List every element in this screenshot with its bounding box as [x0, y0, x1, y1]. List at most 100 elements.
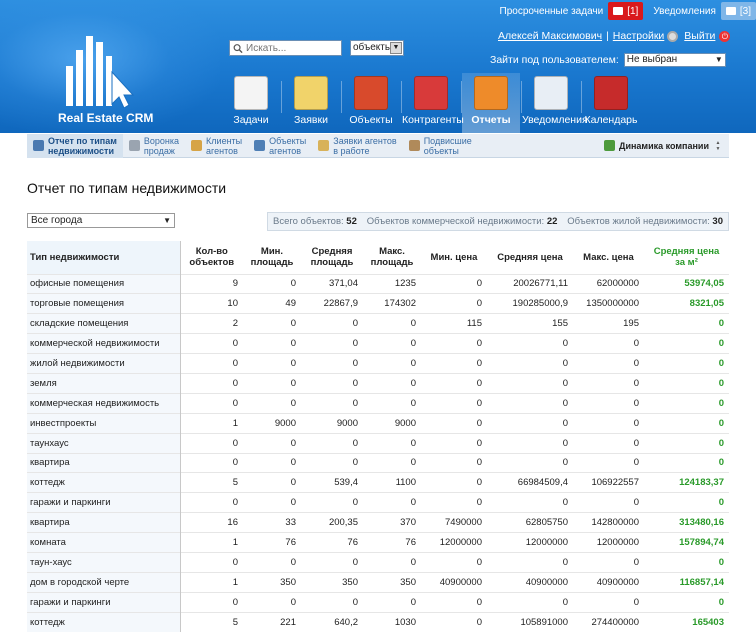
column-header[interactable]: Мин. цена	[421, 241, 487, 274]
table-cell: 0	[243, 273, 301, 294]
notifications-count: [3]	[739, 5, 751, 17]
card-icon	[613, 7, 624, 15]
report-icon	[408, 140, 420, 151]
logout-link[interactable]: Выйти	[684, 30, 715, 42]
table-cell: 0	[180, 452, 243, 473]
subnav-item-label: Динамика компании	[619, 140, 709, 151]
property-type-cell: земля	[27, 372, 181, 394]
column-header[interactable]: Тип недвижимости	[27, 241, 181, 274]
table-cell: 16	[180, 512, 243, 533]
table-cell: 0	[301, 392, 363, 414]
table-cell: 0	[363, 353, 421, 374]
nav-item-tasks[interactable]: Задачи	[222, 73, 280, 133]
table-cell: 0	[421, 392, 487, 414]
table-cell: 0	[573, 392, 644, 414]
property-type-cell: гаражи и паркинги	[27, 591, 181, 613]
search-scope-select[interactable]: объекты ▼	[350, 40, 404, 56]
login-as-select[interactable]: Не выбран ▼	[623, 53, 726, 67]
overdue-count: [1]	[627, 5, 639, 17]
column-header[interactable]: Мин. площадь	[243, 241, 301, 274]
table-cell: 1	[180, 571, 243, 593]
envelope-icon	[725, 7, 736, 15]
column-header[interactable]: Средняя цена	[487, 241, 573, 274]
notifications-label[interactable]: Уведомления	[653, 6, 716, 17]
subnav-item-label: Клиенты агентов	[206, 135, 243, 156]
column-header[interactable]: Кол-во объектов	[180, 241, 243, 274]
reports-icon	[474, 76, 508, 110]
table-cell: 40900000	[487, 571, 573, 593]
table-cell: 0	[243, 591, 301, 613]
city-filter-select[interactable]: Все города ▼	[27, 213, 175, 228]
report-icon	[318, 140, 330, 151]
table-cell: 49	[243, 293, 301, 314]
report-icon	[191, 140, 203, 151]
table-cell: 22867,9	[301, 293, 363, 314]
table-cell: 157894,74	[644, 532, 729, 553]
table-cell: 0	[421, 611, 487, 633]
table-row: инвестпроекты 1 9000 9000 9000 0 0 0 0	[27, 412, 729, 434]
nav-item-reports[interactable]: Отчеты	[462, 73, 520, 133]
subnav-item-2[interactable]: Клиенты агентов	[185, 134, 248, 158]
table-cell: 0	[573, 551, 644, 573]
table-cell: 0	[421, 273, 487, 294]
table-cell: 0	[180, 353, 243, 374]
table-cell: 0	[363, 492, 421, 513]
table-cell: 370	[363, 512, 421, 533]
nav-item-house[interactable]: Объекты	[342, 73, 400, 133]
table-cell: 195	[573, 313, 644, 334]
overdue-tasks-label[interactable]: Просроченные задачи	[500, 6, 604, 17]
subnav-item-6[interactable]: Динамика компании ▲▼	[598, 134, 729, 158]
table-cell: 0	[644, 313, 729, 334]
user-links: Алексей Максимович | Настройки Выйти ⏻	[498, 30, 731, 42]
table-cell: 0	[421, 412, 487, 434]
table-cell: 9000	[243, 412, 301, 434]
settings-link[interactable]: Настройки	[613, 30, 665, 42]
table-row: дом в городской черте 1 350 350 350 40900000 4…	[27, 571, 729, 593]
overdue-tasks-badge[interactable]: [1]	[608, 2, 644, 20]
table-cell: 0	[243, 392, 301, 414]
subnav-item-1[interactable]: Воронка продаж	[123, 134, 185, 158]
logo-icon[interactable]	[62, 28, 142, 108]
table-cell: 0	[180, 551, 243, 573]
property-type-cell: коммерческая недвижимость	[27, 392, 181, 414]
nav-item-calendar[interactable]: Календарь	[582, 73, 640, 133]
property-type-cell: складские помещения	[27, 313, 181, 334]
table-cell: 0	[363, 392, 421, 414]
subnav-item-0[interactable]: Отчет по типам недвижимости	[27, 133, 123, 158]
subnav-item-5[interactable]: Подвисшие объекты	[403, 134, 478, 158]
nav-item-contacts[interactable]: Контрагенты	[402, 73, 464, 133]
table-cell: 0	[301, 313, 363, 334]
main-nav: Задачи Заявки Объекты Контрагенты Отчеты Увед…	[222, 73, 641, 133]
notifications-badge[interactable]: [3]	[720, 2, 756, 20]
stat-commercial: Объектов коммерческой недвижимости: 22	[366, 216, 558, 227]
nav-item-notifications[interactable]: Уведомления	[522, 73, 588, 133]
subnav-item-3[interactable]: Объекты агентов	[248, 134, 312, 158]
contacts-icon	[414, 76, 448, 110]
user-name-link[interactable]: Алексей Максимович	[498, 30, 602, 42]
table-cell: 7490000	[421, 512, 487, 533]
table-cell: 0	[180, 392, 243, 414]
column-header[interactable]: Средняя площадь	[301, 241, 363, 274]
column-header[interactable]: Макс. площадь	[363, 241, 421, 274]
subnav-item-4[interactable]: Заявки агентов в работе	[312, 134, 402, 158]
property-type-cell: жилой недвижимости	[27, 353, 181, 374]
table-cell: 0	[487, 452, 573, 473]
login-as-value: Не выбран	[626, 54, 678, 65]
column-header[interactable]: Макс. цена	[573, 241, 644, 274]
report-icon	[254, 140, 266, 151]
table-cell: 0	[644, 551, 729, 573]
table-cell: 200,35	[301, 512, 363, 533]
table-cell: 0	[363, 432, 421, 454]
search-input[interactable]	[246, 42, 341, 54]
table-cell: 12000000	[421, 532, 487, 553]
table-cell: 40900000	[573, 571, 644, 593]
table-cell: 0	[487, 492, 573, 513]
nav-item-requests[interactable]: Заявки	[282, 73, 340, 133]
table-cell: 106922557	[573, 472, 644, 493]
column-header[interactable]: Средняя цена за м²	[644, 241, 729, 274]
requests-icon	[294, 76, 328, 110]
table-cell: 0	[487, 432, 573, 454]
table-cell: 0	[243, 353, 301, 374]
separator: |	[606, 30, 609, 42]
property-type-cell: таун-хаус	[27, 551, 181, 573]
